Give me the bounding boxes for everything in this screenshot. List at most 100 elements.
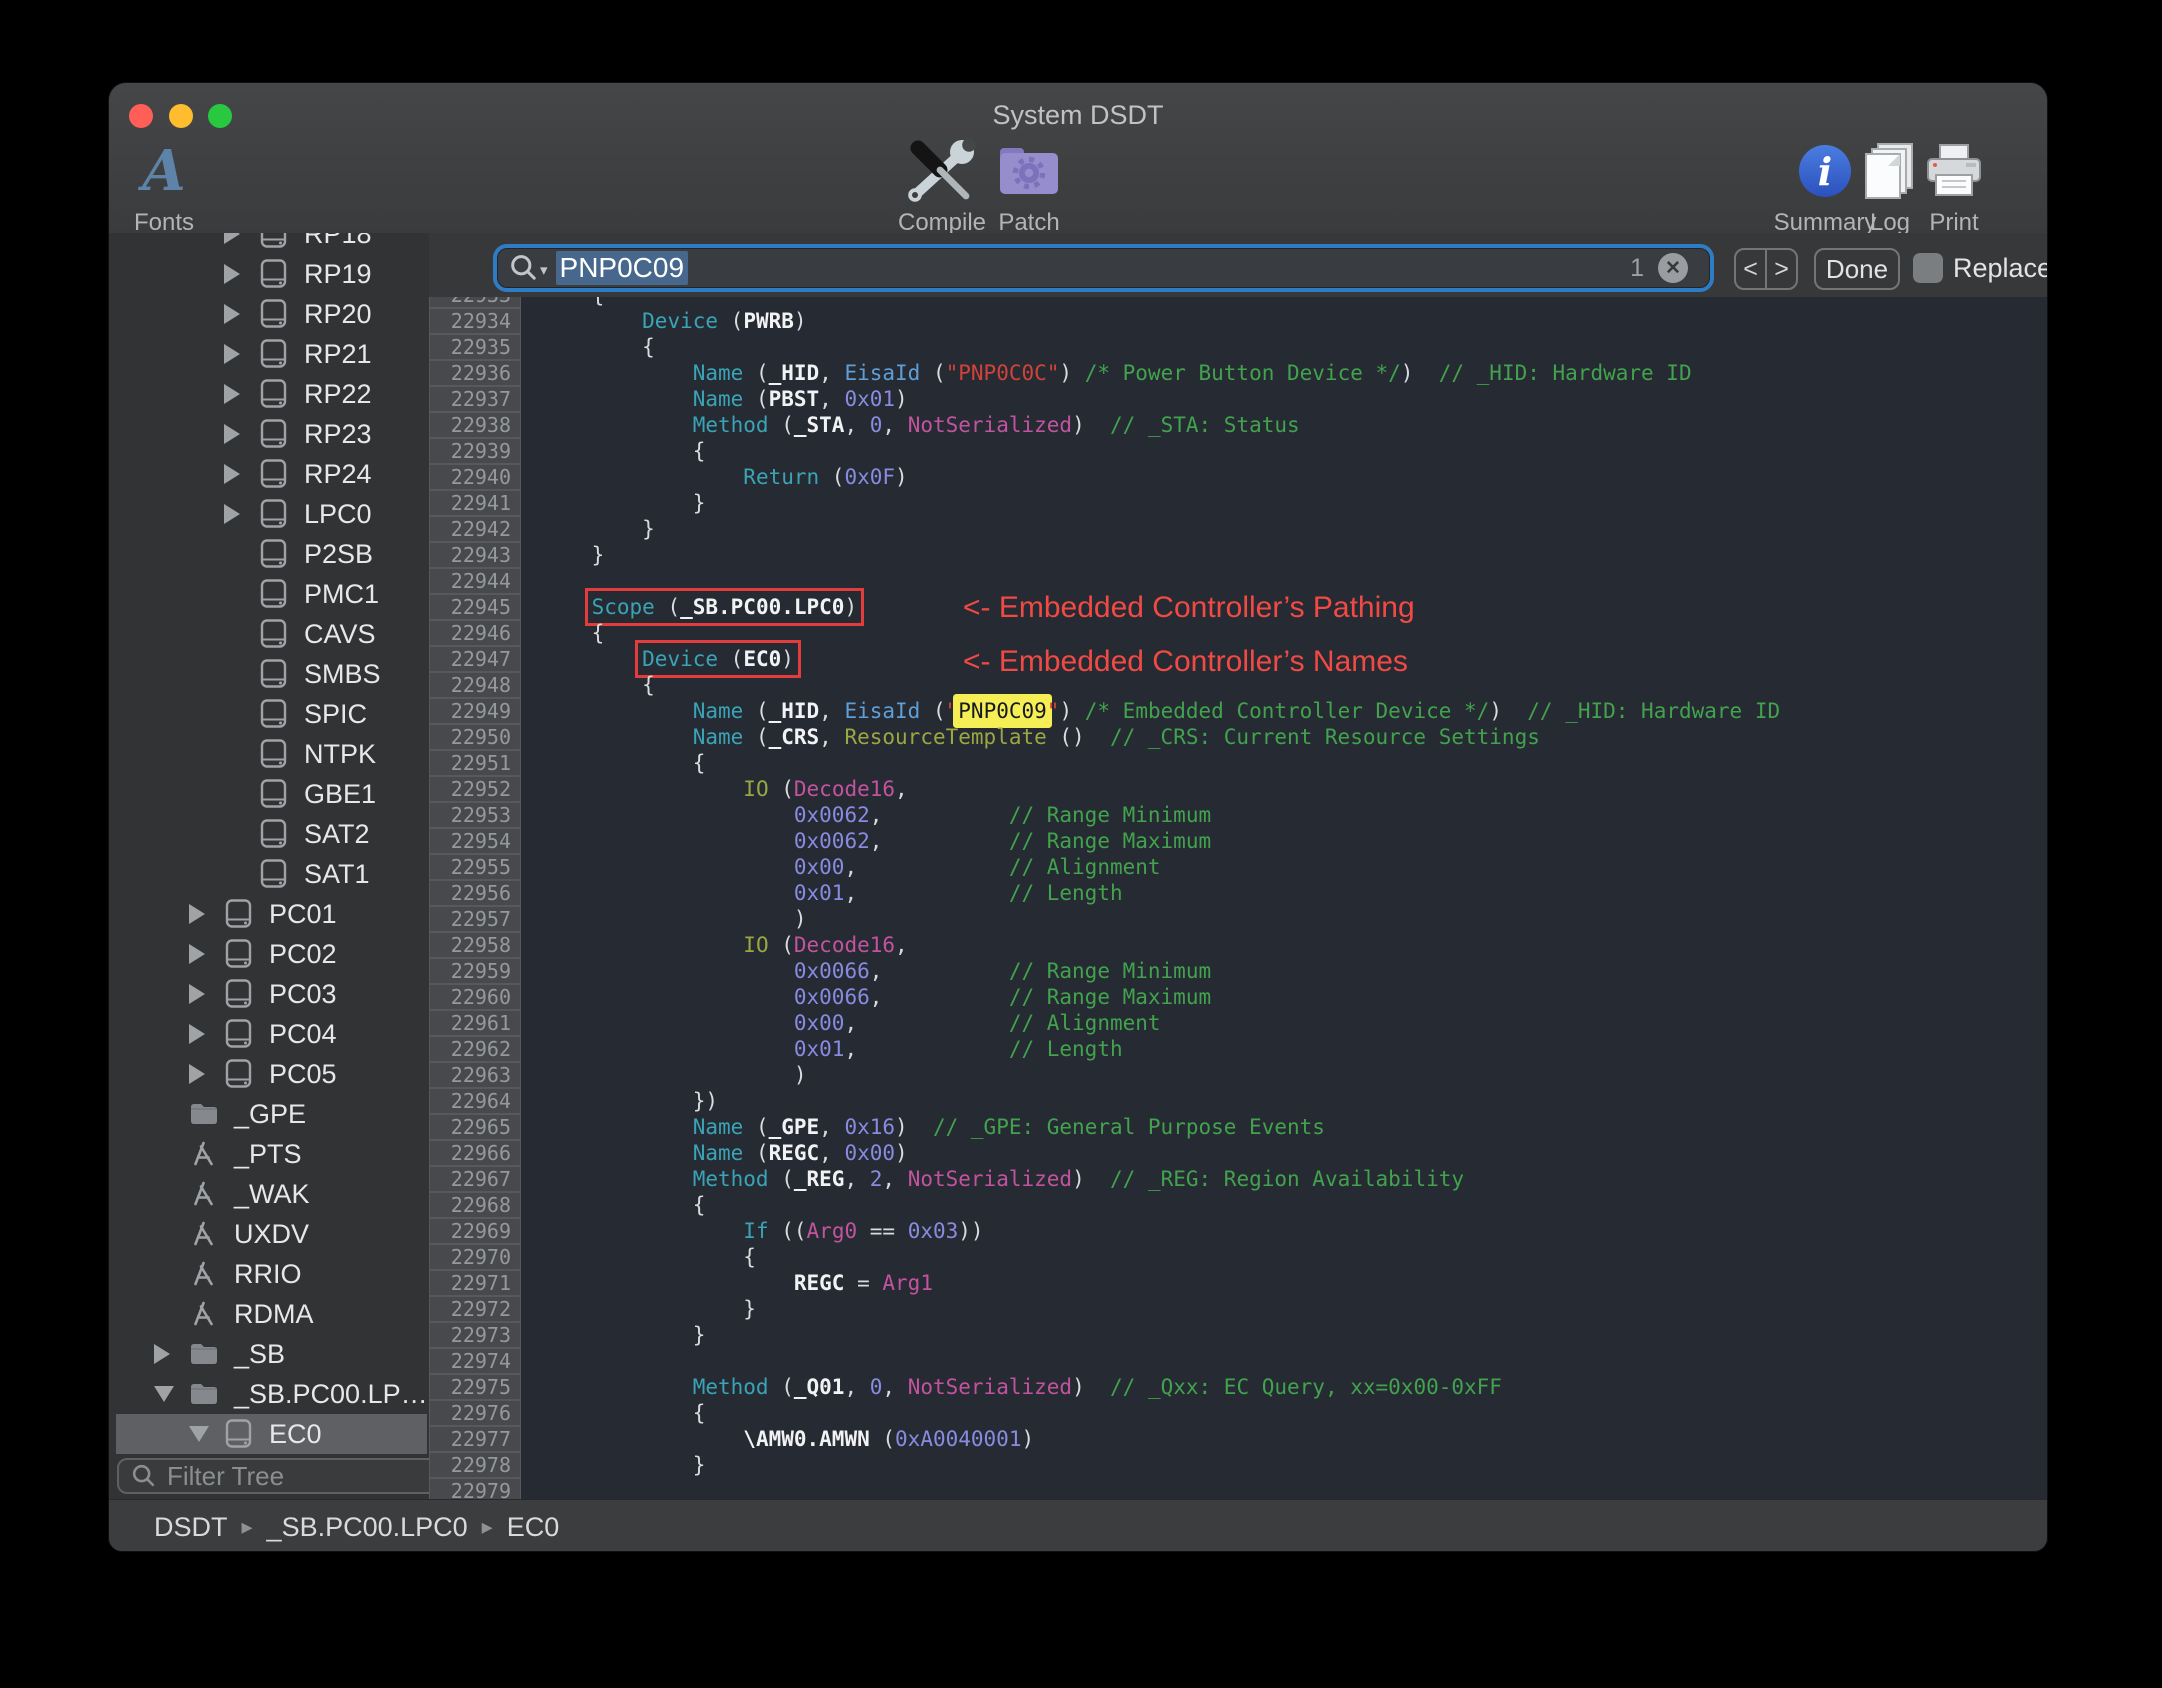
code-line[interactable]: 22975 Method (_Q01, 0, NotSerialized) //… xyxy=(429,1374,2047,1400)
sidebar-item-lpc0[interactable]: LPC0 xyxy=(109,494,429,534)
sidebar-item-p2sb[interactable]: P2SB xyxy=(109,534,429,574)
print-button[interactable]: Print xyxy=(1921,139,1987,237)
fonts-button[interactable]: A Fonts xyxy=(119,138,209,237)
code-line[interactable]: 22949 Name (_HID, EisaId ("PNP0C09") /* … xyxy=(429,698,2047,724)
disclosure-right-icon[interactable] xyxy=(224,264,258,284)
code-line[interactable]: 22972 } xyxy=(429,1296,2047,1322)
breadcrumb-dsdt[interactable]: DSDT xyxy=(154,1512,228,1543)
code-line[interactable]: 22963 ) xyxy=(429,1062,2047,1088)
sidebar-item-sb[interactable]: _SB xyxy=(109,1334,429,1374)
disclosure-right-icon[interactable] xyxy=(189,1024,223,1044)
code-line[interactable]: 22950 Name (_CRS, ResourceTemplate () //… xyxy=(429,724,2047,750)
sidebar-item-rp18[interactable]: RP18 xyxy=(109,233,429,254)
code-line[interactable]: 22939 { xyxy=(429,438,2047,464)
code-line[interactable]: 22968 { xyxy=(429,1192,2047,1218)
code-line[interactable]: 22954 0x0062, // Range Maximum xyxy=(429,828,2047,854)
breadcrumb-scope[interactable]: _SB.PC00.LPC0 xyxy=(267,1512,468,1543)
code-line[interactable]: 22970 { xyxy=(429,1244,2047,1270)
code-line[interactable]: 22956 0x01, // Length xyxy=(429,880,2047,906)
patch-button[interactable]: Patch xyxy=(985,139,1073,237)
code-line[interactable]: 22952 IO (Decode16, xyxy=(429,776,2047,802)
sidebar-item-rp20[interactable]: RP20 xyxy=(109,294,429,334)
code-line[interactable]: 22938 Method (_STA, 0, NotSerialized) //… xyxy=(429,412,2047,438)
disclosure-right-icon[interactable] xyxy=(224,233,258,244)
log-button[interactable]: Log xyxy=(1861,139,1919,237)
code-line[interactable]: 22953 0x0062, // Range Minimum xyxy=(429,802,2047,828)
disclosure-right-icon[interactable] xyxy=(189,984,223,1004)
sidebar-item-gbe1[interactable]: GBE1 xyxy=(109,774,429,814)
code-line[interactable]: 22978 } xyxy=(429,1452,2047,1478)
sidebar-item-spic[interactable]: SPIC xyxy=(109,694,429,734)
replace-checkbox[interactable] xyxy=(1913,253,1943,283)
code-line[interactable]: 22936 Name (_HID, EisaId ("PNP0C0C") /* … xyxy=(429,360,2047,386)
disclosure-right-icon[interactable] xyxy=(154,1344,188,1364)
disclosure-right-icon[interactable] xyxy=(224,424,258,444)
code-line[interactable]: 22969 If ((Arg0 == 0x03)) xyxy=(429,1218,2047,1244)
code-line[interactable]: 22965 Name (_GPE, 0x16) // _GPE: General… xyxy=(429,1114,2047,1140)
disclosure-right-icon[interactable] xyxy=(224,504,258,524)
disclosure-right-icon[interactable] xyxy=(224,344,258,364)
code-editor[interactable]: 22933 {22934 Device (PWRB)22935 {22936 N… xyxy=(429,297,2047,1499)
sidebar-item-sat1[interactable]: SAT1 xyxy=(109,854,429,894)
sidebar-item-cavs[interactable]: CAVS xyxy=(109,614,429,654)
code-line[interactable]: 22960 0x0066, // Range Maximum xyxy=(429,984,2047,1010)
sidebar-item-ec0[interactable]: EC0 xyxy=(109,1414,429,1454)
code-line[interactable]: 22966 Name (REGC, 0x00) xyxy=(429,1140,2047,1166)
code-line[interactable]: 22974 xyxy=(429,1348,2047,1374)
code-line[interactable]: 22976 { xyxy=(429,1400,2047,1426)
sidebar-item-rp24[interactable]: RP24 xyxy=(109,454,429,494)
sidebar-item-gpe[interactable]: _GPE xyxy=(109,1094,429,1134)
sidebar-item-sat2[interactable]: SAT2 xyxy=(109,814,429,854)
find-input[interactable]: ▾ PNP0C09 1 ✕ xyxy=(493,244,1714,292)
previous-match-button[interactable]: < xyxy=(1736,250,1767,288)
sidebar-item-pc05[interactable]: PC05 xyxy=(109,1054,429,1094)
sidebar-item-rp23[interactable]: RP23 xyxy=(109,414,429,454)
code-line[interactable]: 22964 }) xyxy=(429,1088,2047,1114)
sidebar-item-pc02[interactable]: PC02 xyxy=(109,934,429,974)
sidebar-item-uxdv[interactable]: UXDV xyxy=(109,1214,429,1254)
code-line[interactable]: 22977 \AMW0.AMWN (0xA0040001) xyxy=(429,1426,2047,1452)
code-line[interactable]: 22957 ) xyxy=(429,906,2047,932)
disclosure-right-icon[interactable] xyxy=(189,944,223,964)
disclosure-right-icon[interactable] xyxy=(224,384,258,404)
chevron-down-icon[interactable]: ▾ xyxy=(540,261,548,279)
next-match-button[interactable]: > xyxy=(1767,250,1796,288)
sidebar-item-pts[interactable]: _PTS xyxy=(109,1134,429,1174)
code-line[interactable]: 22955 0x00, // Alignment xyxy=(429,854,2047,880)
breadcrumb-device[interactable]: EC0 xyxy=(507,1512,560,1543)
sidebar-item-smbs[interactable]: SMBS xyxy=(109,654,429,694)
clear-search-button[interactable]: ✕ xyxy=(1658,253,1688,283)
code-line[interactable]: 22942 } xyxy=(429,516,2047,542)
disclosure-down-icon[interactable] xyxy=(189,1426,223,1442)
code-line[interactable]: 22973 } xyxy=(429,1322,2047,1348)
code-line[interactable]: 22962 0x01, // Length xyxy=(429,1036,2047,1062)
find-query-text[interactable]: PNP0C09 xyxy=(555,251,689,285)
sidebar-item-pc04[interactable]: PC04 xyxy=(109,1014,429,1054)
code-line[interactable]: 22961 0x00, // Alignment xyxy=(429,1010,2047,1036)
disclosure-right-icon[interactable] xyxy=(224,464,258,484)
code-line[interactable]: 22943 } xyxy=(429,542,2047,568)
sidebar-item-rp22[interactable]: RP22 xyxy=(109,374,429,414)
sidebar-item-rdma[interactable]: RDMA xyxy=(109,1294,429,1334)
code-line[interactable]: 22979 xyxy=(429,1478,2047,1499)
sidebar-item-pc01[interactable]: PC01 xyxy=(109,894,429,934)
disclosure-right-icon[interactable] xyxy=(224,304,258,324)
code-line[interactable]: 22934 Device (PWRB) xyxy=(429,308,2047,334)
compile-button[interactable]: Compile xyxy=(892,138,992,237)
sidebar-item-pmc1[interactable]: PMC1 xyxy=(109,574,429,614)
code-line[interactable]: 22941 } xyxy=(429,490,2047,516)
sidebar-item-pc03[interactable]: PC03 xyxy=(109,974,429,1014)
code-line[interactable]: 22959 0x0066, // Range Minimum xyxy=(429,958,2047,984)
code-line[interactable]: 22958 IO (Decode16, xyxy=(429,932,2047,958)
disclosure-right-icon[interactable] xyxy=(189,904,223,924)
code-line[interactable]: 22937 Name (PBST, 0x01) xyxy=(429,386,2047,412)
sidebar-item-rp19[interactable]: RP19 xyxy=(109,254,429,294)
code-line[interactable]: 22940 Return (0x0F) xyxy=(429,464,2047,490)
sidebar-item-rrio[interactable]: RRIO xyxy=(109,1254,429,1294)
disclosure-down-icon[interactable] xyxy=(154,1386,188,1402)
code-line[interactable]: 22933 { xyxy=(429,297,2047,308)
sidebar-item-ntpk[interactable]: NTPK xyxy=(109,734,429,774)
sidebar-item-rp21[interactable]: RP21 xyxy=(109,334,429,374)
code-line[interactable]: 22951 { xyxy=(429,750,2047,776)
sidebar-item-wak[interactable]: _WAK xyxy=(109,1174,429,1214)
